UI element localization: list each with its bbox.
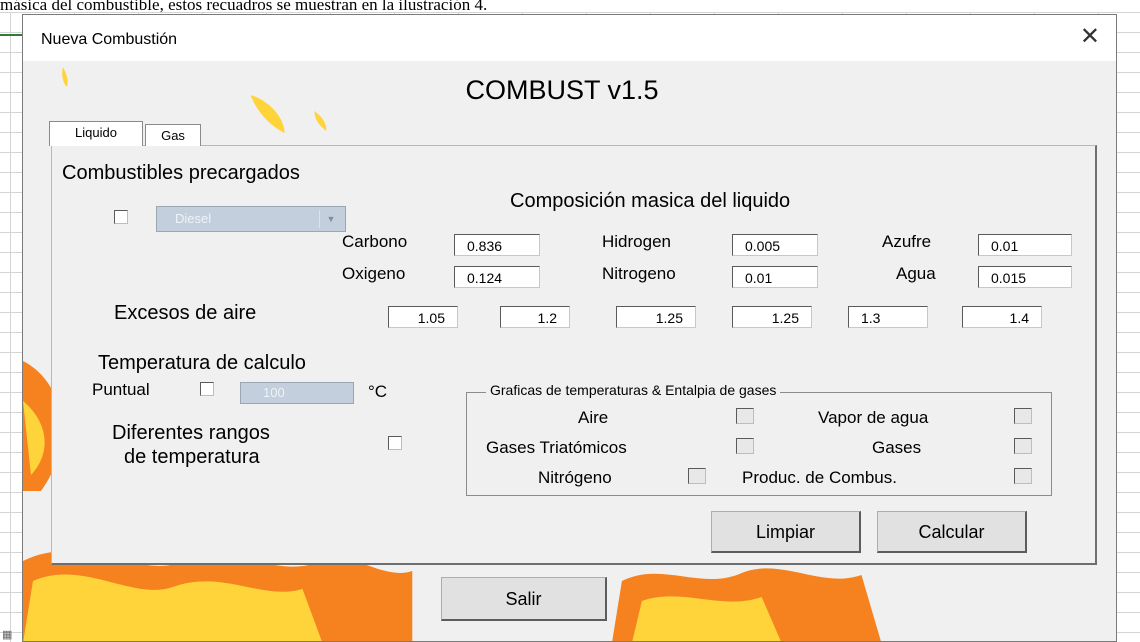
temperature-ranges-label-line2: de temperatura: [124, 446, 260, 468]
calc-temperature-heading: Temperatura de calculo: [98, 352, 306, 374]
azufre-label: Azufre: [882, 232, 932, 251]
active-cell-marker: [0, 34, 24, 36]
oxigeno-field[interactable]: 0.124: [454, 266, 540, 288]
calcular-button[interactable]: Calcular: [877, 511, 1027, 553]
agua-label: Agua: [896, 264, 936, 283]
temperature-field[interactable]: 100: [240, 382, 354, 404]
nitrogeno-field[interactable]: 0.01: [732, 266, 818, 288]
chevron-down-icon[interactable]: ▼: [319, 210, 342, 228]
air-excess-field-2[interactable]: 1.2: [500, 306, 570, 328]
oxigeno-label: Oxigeno: [342, 264, 406, 283]
air-excess-field-3[interactable]: 1.25: [616, 306, 696, 328]
tab-gas[interactable]: Gas: [145, 124, 201, 146]
graph-vapor-checkbox[interactable]: [1014, 408, 1032, 424]
sheet-view-icon[interactable]: ▦: [2, 628, 12, 641]
air-excess-label: Excesos de aire: [114, 302, 257, 324]
window-title: Nueva Combustión: [41, 31, 178, 48]
graph-aire-label: Aire: [578, 408, 609, 427]
temperature-ranges-label-line1: Diferentes rangos: [112, 422, 270, 444]
preloaded-fuels-heading: Combustibles precargados: [62, 162, 300, 184]
composition-heading: Composición masica del liquido: [510, 190, 791, 212]
title-bar: Nueva Combustión ✕: [23, 15, 1116, 61]
air-excess-field-1[interactable]: 1.05: [388, 306, 458, 328]
graph-triatomicos-checkbox[interactable]: [736, 438, 754, 454]
nitrogeno-label: Nitrogeno: [602, 264, 676, 283]
puntual-label: Puntual: [92, 380, 150, 399]
graphs-frame-legend: Graficas de temperaturas & Entalpia de g…: [486, 382, 781, 398]
carbono-field[interactable]: 0.836: [454, 234, 540, 256]
fuel-select-value: Diesel: [175, 211, 212, 226]
hidrogen-label: Hidrogen: [602, 232, 671, 251]
air-excess-field-6[interactable]: 1.4: [962, 306, 1042, 328]
fuel-select[interactable]: Diesel ▼: [156, 206, 346, 232]
agua-field[interactable]: 0.015: [978, 266, 1072, 288]
graph-aire-checkbox[interactable]: [736, 408, 754, 424]
graph-productos-label: Produc. de Combus.: [742, 468, 897, 487]
graph-nitrogeno-label: Nitrógeno: [538, 468, 612, 487]
graph-vapor-label: Vapor de agua: [818, 408, 929, 427]
hidrogen-field[interactable]: 0.005: [732, 234, 818, 256]
graph-nitrogeno-checkbox[interactable]: [688, 468, 706, 484]
graph-gases-label: Gases: [872, 438, 922, 457]
carbono-label: Carbono: [342, 232, 408, 251]
celsius-unit-label: °C: [368, 382, 388, 401]
air-excess-field-5[interactable]: 1.3: [848, 306, 928, 328]
graph-triatomicos-label: Gases Triatómicos: [486, 438, 627, 457]
graph-productos-checkbox[interactable]: [1014, 468, 1032, 484]
nueva-combustion-dialog: Nueva Combustión ✕ COMBUST v1.5 Liquido …: [22, 14, 1117, 642]
graph-gases-checkbox[interactable]: [1014, 438, 1032, 454]
salir-button[interactable]: Salir: [441, 577, 607, 621]
azufre-field[interactable]: 0.01: [978, 234, 1072, 256]
puntual-checkbox[interactable]: [200, 382, 214, 396]
app-header-label: COMBUST v1.5: [403, 69, 721, 111]
limpiar-button[interactable]: Limpiar: [711, 511, 861, 553]
preloaded-fuels-checkbox[interactable]: [114, 210, 128, 224]
close-icon[interactable]: ✕: [1080, 25, 1100, 49]
liquido-tab-panel: Combustibles precargados Diesel ▼ Compos…: [51, 145, 1097, 565]
tab-liquido[interactable]: Liquido: [49, 121, 143, 146]
temperature-ranges-checkbox[interactable]: [388, 436, 402, 450]
air-excess-field-4[interactable]: 1.25: [732, 306, 812, 328]
